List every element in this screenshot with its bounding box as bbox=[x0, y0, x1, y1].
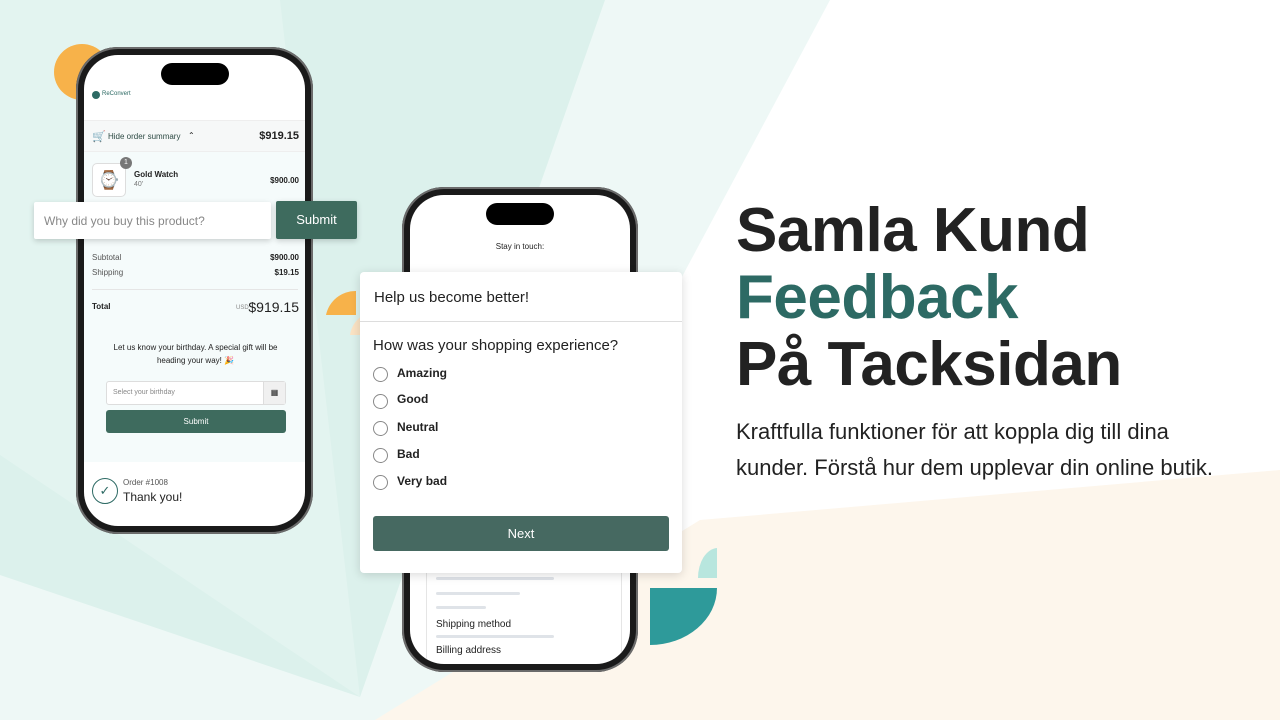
subtotal-value: $900.00 bbox=[270, 253, 299, 262]
birthday-submit-button[interactable]: Submit bbox=[106, 410, 286, 433]
chevron-up-icon: ⌃ bbox=[188, 131, 195, 140]
cart-icon: 🛒 bbox=[92, 131, 106, 143]
divider bbox=[92, 289, 298, 290]
placeholder-line bbox=[436, 635, 554, 638]
radio-button[interactable] bbox=[373, 394, 388, 409]
order-summary-bar[interactable]: 🛒 Hide order summary ⌃ $919.15 bbox=[84, 120, 305, 152]
placeholder-line bbox=[436, 606, 486, 609]
radio-button[interactable] bbox=[373, 448, 388, 463]
survey-question: How was your shopping experience? bbox=[373, 337, 619, 354]
radio-button[interactable] bbox=[373, 421, 388, 436]
logo-text: ReConvert bbox=[102, 91, 131, 97]
shipping-label: Shipping bbox=[92, 268, 124, 277]
birthday-prompt: Let us know your birthday. A special gif… bbox=[113, 343, 278, 365]
phone-screen: ReConvert 🛒 Hide order summary ⌃ $919.15… bbox=[84, 55, 305, 526]
option-label: Very bad bbox=[397, 474, 448, 488]
stay-in-touch-label: Stay in touch: bbox=[495, 242, 545, 251]
hero-title-line2: Feedback bbox=[736, 263, 1019, 332]
survey-title: Help us become better! bbox=[374, 289, 530, 306]
subtotal-label: Subtotal bbox=[92, 253, 122, 262]
survey-card: Help us become better! How was your shop… bbox=[360, 272, 682, 573]
summary-total: $919.15 bbox=[259, 130, 299, 142]
option-label: Neutral bbox=[397, 420, 439, 434]
product-variant: 40' bbox=[134, 181, 144, 188]
watch-image: ⌚ bbox=[92, 163, 126, 197]
shipping-method-label: Shipping method bbox=[436, 619, 512, 630]
hero-title-line3: På Tacksidan bbox=[736, 330, 1122, 399]
radio-button[interactable] bbox=[373, 475, 388, 490]
product-name: Gold Watch bbox=[134, 170, 179, 179]
billing-address-label: Billing address bbox=[436, 645, 502, 656]
total-label: Total bbox=[92, 302, 111, 311]
birthday-placeholder: Select your birthday bbox=[113, 389, 175, 396]
phone-notch bbox=[160, 63, 229, 85]
currency: USD bbox=[236, 305, 249, 311]
phone-order-summary: ReConvert 🛒 Hide order summary ⌃ $919.15… bbox=[76, 47, 313, 534]
hero-description-line1: Kraftfulla funktioner för att koppla dig… bbox=[736, 419, 1169, 444]
thank-you-heading: Thank you! bbox=[123, 490, 183, 504]
next-button[interactable]: Next bbox=[373, 516, 669, 551]
hero-description-line2: kunder. Förstå hur dem upplevar din onli… bbox=[736, 455, 1213, 480]
hero-title-line1: Samla Kund bbox=[736, 196, 1090, 265]
why-buy-placeholder: Why did you buy this product? bbox=[44, 214, 205, 228]
placeholder-line bbox=[436, 577, 554, 580]
birthday-input[interactable]: Select your birthday ▦ bbox=[106, 381, 286, 405]
quantity-badge: 1 bbox=[120, 157, 132, 169]
divider bbox=[360, 321, 682, 322]
radio-button[interactable] bbox=[373, 367, 388, 382]
order-number: Order #1008 bbox=[123, 478, 168, 487]
calendar-icon[interactable]: ▦ bbox=[263, 382, 285, 404]
option-label: Good bbox=[397, 392, 429, 406]
total-value: $919.15 bbox=[248, 299, 299, 315]
why-buy-submit-button[interactable]: Submit bbox=[276, 201, 357, 239]
product-price: $900.00 bbox=[270, 176, 299, 185]
reconvert-logo-icon bbox=[92, 91, 100, 99]
phone-notch bbox=[486, 203, 554, 225]
shipping-value: $19.15 bbox=[274, 268, 299, 277]
option-label: Bad bbox=[397, 447, 420, 461]
placeholder-line bbox=[436, 592, 520, 595]
check-circle-icon: ✓ bbox=[92, 478, 118, 504]
hide-order-summary-toggle[interactable]: Hide order summary bbox=[108, 132, 180, 141]
why-buy-input[interactable]: Why did you buy this product? bbox=[34, 202, 271, 239]
option-label: Amazing bbox=[397, 366, 448, 380]
